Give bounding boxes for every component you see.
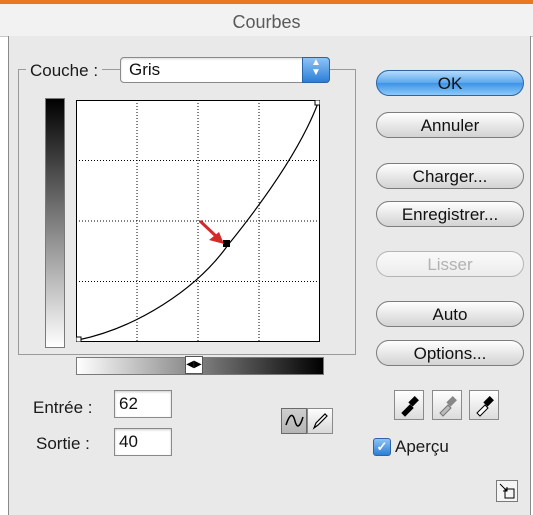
- input-label: Entrée :: [33, 398, 93, 417]
- select-arrows-icon: ▲ ▼: [302, 57, 330, 83]
- curve-point-white[interactable]: [314, 100, 320, 106]
- ok-button[interactable]: OK: [376, 70, 524, 96]
- input-field[interactable]: 62: [114, 390, 172, 418]
- black-eyedropper-icon: [401, 396, 419, 417]
- white-eyedropper-button[interactable]: [469, 390, 499, 420]
- save-button[interactable]: Enregistrer...: [376, 201, 524, 227]
- curve-point-selected[interactable]: [223, 240, 230, 247]
- options-button[interactable]: Options...: [376, 340, 524, 366]
- channel-label: Couche :: [26, 58, 103, 84]
- smooth-button[interactable]: Lisser: [376, 251, 524, 277]
- curve-tool-icon: [285, 414, 304, 427]
- curve-point-black[interactable]: [76, 336, 82, 342]
- auto-button[interactable]: Auto: [376, 301, 524, 327]
- preview-label: Aperçu: [395, 437, 449, 456]
- window-title: Courbes: [232, 12, 301, 32]
- output-label: Sortie :: [36, 434, 90, 453]
- pencil-tool-icon: [312, 413, 328, 430]
- load-button[interactable]: Charger...: [376, 163, 524, 189]
- gray-eyedropper-button[interactable]: [432, 390, 462, 420]
- black-eyedropper-button[interactable]: [394, 390, 424, 420]
- curve-tool-button[interactable]: [281, 408, 307, 434]
- pencil-tool-button[interactable]: [307, 408, 333, 434]
- cancel-button[interactable]: Annuler: [376, 112, 524, 138]
- output-gradient-bar: [45, 98, 65, 348]
- expand-button[interactable]: [496, 480, 518, 502]
- preview-checkbox[interactable]: ✓: [373, 438, 391, 456]
- output-field[interactable]: 40: [114, 428, 172, 456]
- channel-select[interactable]: Gris ▲ ▼: [120, 57, 330, 83]
- white-eyedropper-icon: [476, 396, 494, 417]
- expand-icon: [499, 483, 515, 499]
- channel-select-value: Gris: [129, 60, 161, 79]
- title-bar: Courbes: [0, 4, 533, 37]
- curve-graph[interactable]: [76, 100, 320, 342]
- gray-eyedropper-icon: [439, 396, 457, 417]
- gradient-toggle-icon[interactable]: ◀▶: [185, 356, 203, 374]
